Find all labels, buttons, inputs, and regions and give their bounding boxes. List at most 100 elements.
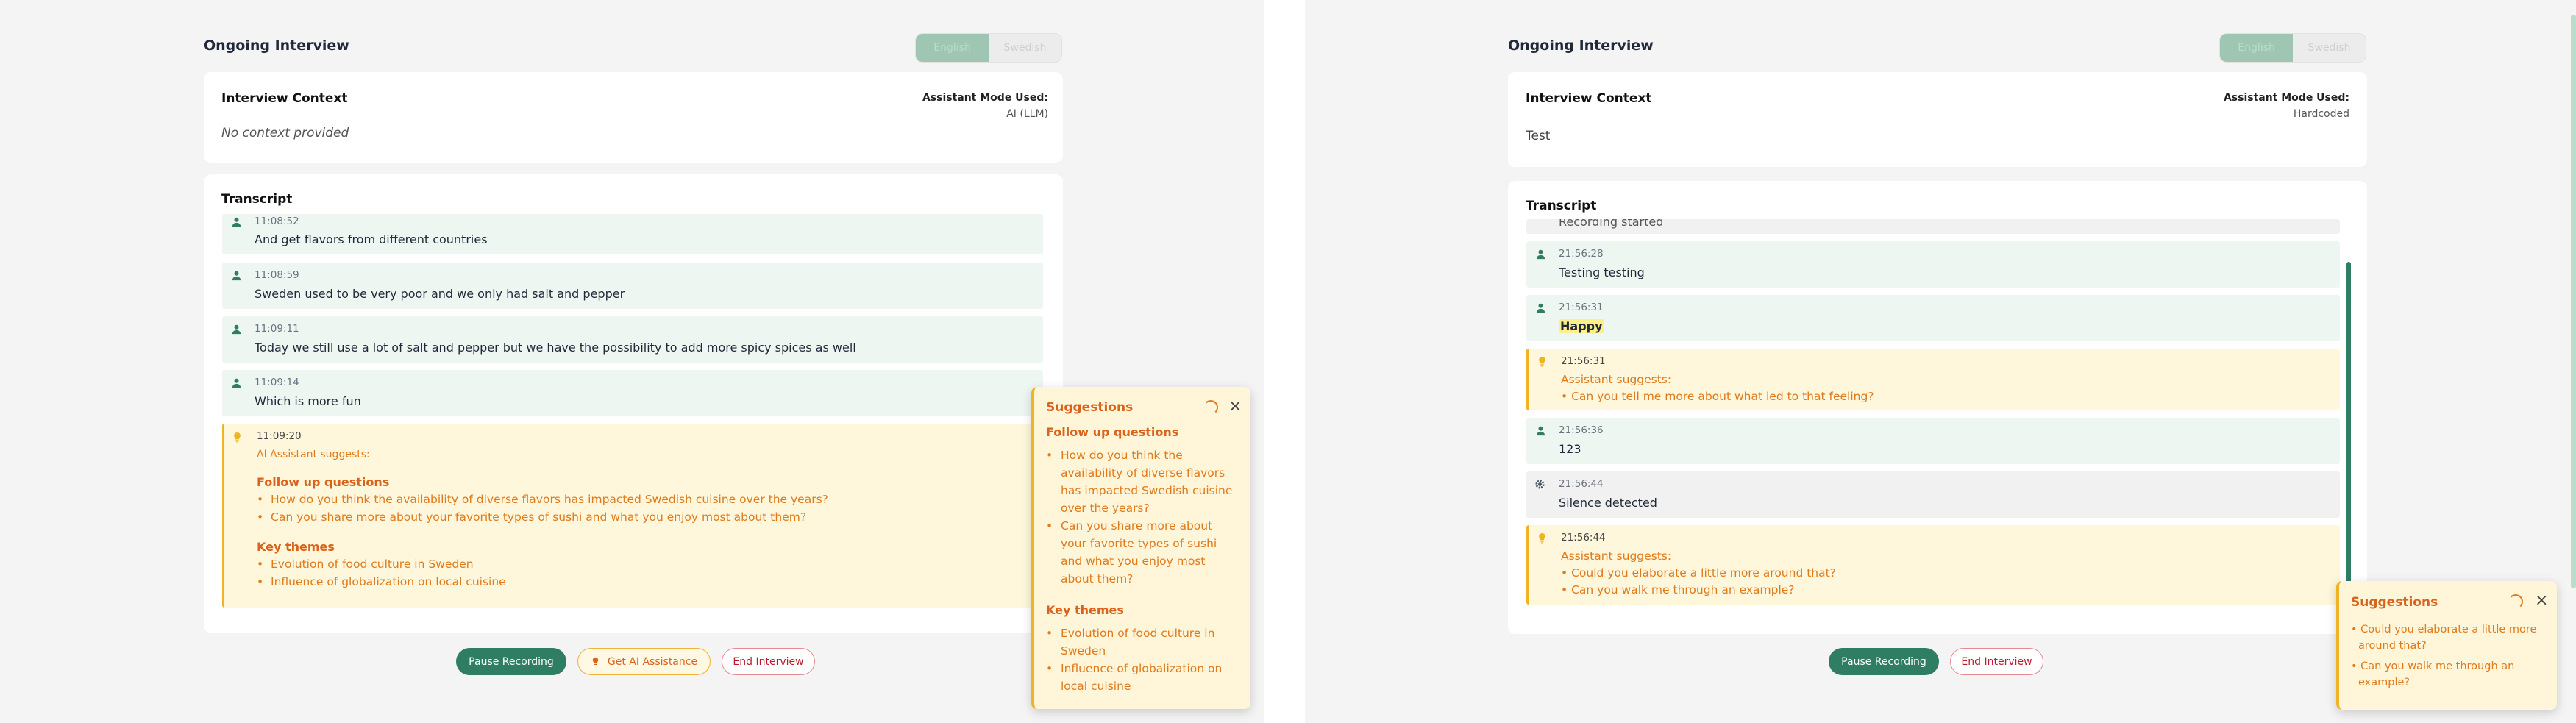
popup-title: Suggestions <box>1046 400 1134 415</box>
assistant-suggestion-entry: 21:56:31 Assistant suggests: • Can you t… <box>1526 349 2340 410</box>
popup-line: Can you share more about <box>1061 519 1213 533</box>
lightbulb-icon <box>1539 356 1545 367</box>
popup-bullet: • <box>1046 519 1053 533</box>
entry-time: 11:09:20 <box>257 430 302 442</box>
popup-line: Influence of globalization on <box>1061 662 1223 675</box>
end-interview-button[interactable]: End Interview <box>1950 648 2043 675</box>
transcript-card: Transcript Recording started 21:56:28 Te… <box>1508 181 2367 634</box>
followup-item: • How do you think the availability of d… <box>257 493 828 506</box>
entry-text: 123 <box>1559 442 1581 456</box>
transcript-heading: Transcript <box>221 192 293 207</box>
entry-text: Happy <box>1559 319 1604 333</box>
transcript-entry: 11:09:11 Today we still use a lot of sal… <box>222 316 1043 363</box>
end-interview-button[interactable]: End Interview <box>722 648 815 675</box>
popup-line: Evolution of food culture in <box>1061 627 1215 640</box>
entry-time: 21:56:28 <box>1559 248 1604 260</box>
assistant-mode-value: AI (LLM) <box>1006 108 1048 120</box>
lang-swedish-button[interactable]: Swedish <box>989 34 1061 62</box>
entry-text: Which is more fun <box>255 394 361 408</box>
popup-line: example? <box>2358 677 2410 688</box>
interview-context-card: Interview Context Test Assistant Mode Us… <box>1508 72 2367 167</box>
interview-panel-hardcoded: Ongoing Interview English Swedish Interv… <box>1305 0 2576 723</box>
entry-time: 11:08:52 <box>255 216 299 227</box>
page-title: Ongoing Interview <box>1508 38 1654 54</box>
lang-swedish-button[interactable]: Swedish <box>2293 34 2366 62</box>
system-entry: 21:56:44 Silence detected <box>1526 471 2340 518</box>
language-toggle[interactable]: English Swedish <box>2219 33 2366 63</box>
popup-line: and what you enjoy most <box>1061 555 1206 568</box>
assist-label: Get AI Assistance <box>607 655 698 668</box>
page-scrollbar[interactable] <box>2571 15 2576 588</box>
suggestion-line: • Could you elaborate a little more arou… <box>1561 566 1836 580</box>
close-icon[interactable]: × <box>2535 593 2548 609</box>
entry-text: And get flavors from different countries <box>255 232 488 246</box>
gear-icon <box>1535 480 1545 489</box>
language-toggle[interactable]: English Swedish <box>915 33 1062 63</box>
transcript-card: Transcript 11:08:52 And get flavors from… <box>204 174 1063 633</box>
entry-text: Sweden used to be very poor and we only … <box>255 287 625 301</box>
user-icon <box>1536 426 1545 436</box>
context-heading: Interview Context <box>221 91 348 106</box>
transcript-heading: Transcript <box>1526 199 1597 213</box>
loading-spinner-icon <box>2508 594 2523 609</box>
user-icon <box>232 378 241 388</box>
highlighted-keyword: Happy <box>1559 319 1604 333</box>
followup-heading: Follow up questions <box>257 475 390 489</box>
assistant-mode-value: Hardcoded <box>2293 108 2349 120</box>
transcript-entry: 21:56:31 Happy <box>1526 295 2340 341</box>
popup-title: Suggestions <box>2351 595 2438 610</box>
page-title: Ongoing Interview <box>204 38 349 54</box>
loading-spinner-icon <box>1203 400 1218 415</box>
theme-item: • Influence of globalization on local cu… <box>257 575 506 588</box>
transcript-scrollbar[interactable] <box>2346 262 2351 608</box>
context-heading: Interview Context <box>1526 91 1652 106</box>
suggestion-line: • Can you walk me through an example? <box>1561 583 1795 596</box>
theme-item: • Evolution of food culture in Sweden <box>257 558 474 571</box>
user-icon <box>1536 303 1545 313</box>
lightbulb-icon <box>234 432 241 443</box>
interview-panel-ai: Ongoing Interview English Swedish Interv… <box>0 0 1264 723</box>
suggestions-popup: Suggestions × • Could you elaborate a li… <box>2336 581 2557 710</box>
entry-time: 21:56:31 <box>1559 302 1604 313</box>
popup-line: around that? <box>2358 640 2427 652</box>
popup-line: • Could you elaborate a little more <box>2351 624 2537 635</box>
user-icon <box>1536 249 1545 260</box>
entry-time: 11:09:11 <box>255 323 299 335</box>
pause-recording-button[interactable]: Pause Recording <box>456 648 566 675</box>
user-icon <box>232 324 241 335</box>
suggestion-label: Assistant suggests: <box>1561 373 1672 386</box>
popup-line: about them? <box>1061 572 1134 585</box>
suggestion-line: • Can you tell me more about what led to… <box>1561 390 1874 403</box>
pause-recording-button[interactable]: Pause Recording <box>1829 648 1939 675</box>
popup-line: • Can you walk me through an <box>2351 660 2515 672</box>
popup-line: availability of diverse flavors <box>1061 466 1225 480</box>
entry-text: Silence detected <box>1559 496 1657 510</box>
transcript-entry: Recording started <box>1526 219 2340 234</box>
entry-time: 11:08:59 <box>255 269 299 281</box>
close-icon[interactable]: × <box>1228 399 1242 415</box>
transcript-entry: 11:09:14 Which is more fun <box>222 370 1043 416</box>
suggestion-label: AI Assistant suggests: <box>257 449 370 460</box>
popup-line: How do you think the <box>1061 449 1183 462</box>
ai-suggestion-entry: 11:09:20 AI Assistant suggests: Follow u… <box>222 424 1043 608</box>
popup-line: local cuisine <box>1061 680 1131 693</box>
popup-line: your favorite types of sushi <box>1061 537 1217 550</box>
get-ai-assistance-button[interactable]: Get AI Assistance <box>577 648 711 675</box>
lang-english-button[interactable]: English <box>2220 34 2293 62</box>
transcript-entry: 21:56:28 Testing testing <box>1526 241 2340 288</box>
popup-bullet: • <box>1046 662 1053 675</box>
lang-english-button[interactable]: English <box>916 34 989 62</box>
popup-bullet: • <box>1046 627 1053 640</box>
themes-heading: Key themes <box>257 540 335 554</box>
user-icon <box>232 217 241 227</box>
assistant-mode-label: Assistant Mode Used: <box>922 92 1048 104</box>
lightbulb-icon <box>1539 533 1545 544</box>
suggestion-label: Assistant suggests: <box>1561 549 1672 563</box>
popup-line: Sweden <box>1061 644 1106 658</box>
context-text: Test <box>1526 129 1551 143</box>
popup-line: over the years? <box>1061 502 1150 515</box>
assistant-suggestion-entry: 21:56:44 Assistant suggests: • Could you… <box>1526 525 2340 605</box>
popup-themes-heading: Key themes <box>1046 603 1124 617</box>
entry-time: 21:56:44 <box>1559 478 1604 490</box>
entry-text: Testing testing <box>1559 266 1645 279</box>
